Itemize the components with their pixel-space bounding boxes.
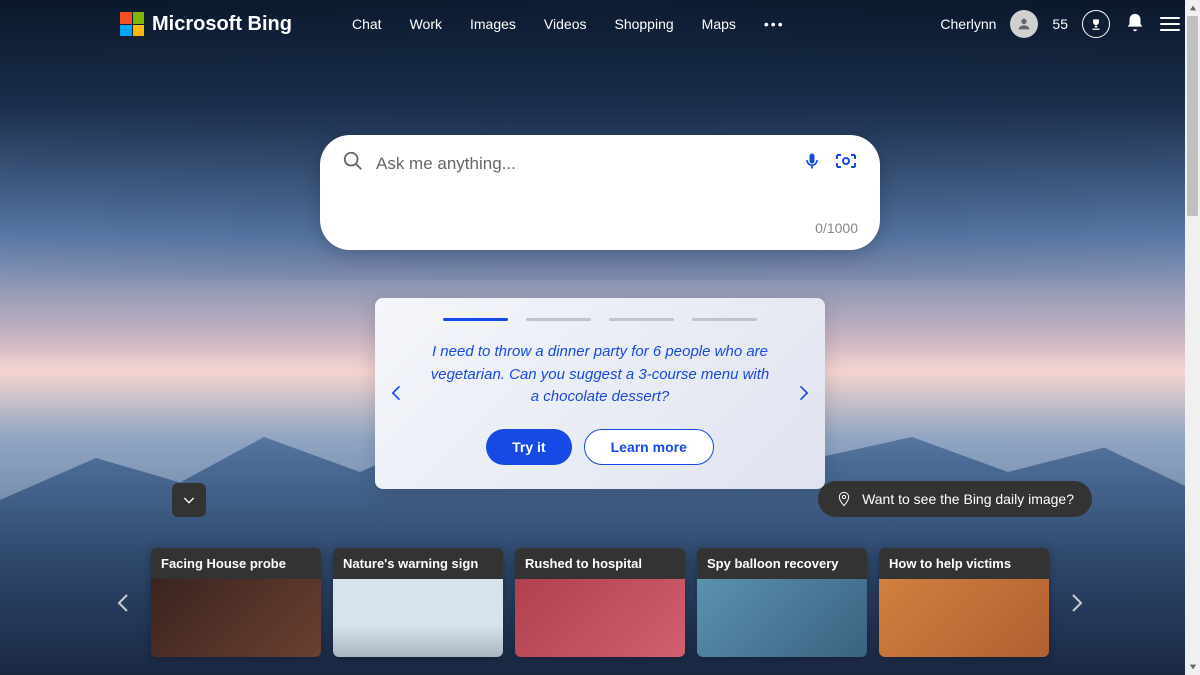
suggestion-text: I need to throw a dinner party for 6 peo… [415, 341, 785, 409]
scrollbar[interactable] [1185, 0, 1200, 675]
chevron-left-icon [387, 383, 407, 403]
chevron-down-icon [181, 492, 197, 508]
daily-image-text: Want to see the Bing daily image? [862, 491, 1074, 507]
notifications-button[interactable] [1124, 12, 1146, 37]
news-prev-button[interactable] [109, 548, 139, 657]
news-card-5[interactable]: How to help victims [879, 548, 1049, 657]
brand-name: Microsoft Bing [152, 13, 292, 36]
search-input[interactable] [376, 154, 790, 174]
news-card-image [151, 579, 321, 657]
location-pin-icon [836, 491, 852, 507]
news-card-2[interactable]: Nature's warning sign [333, 548, 503, 657]
news-card-1[interactable]: Facing House probe [151, 548, 321, 657]
news-expand-toggle[interactable] [172, 483, 206, 517]
news-card-image [697, 579, 867, 657]
suggestion-card: I need to throw a dinner party for 6 peo… [375, 298, 825, 489]
logo-area[interactable]: Microsoft Bing [120, 12, 292, 36]
microphone-icon [802, 151, 822, 171]
nav-images[interactable]: Images [470, 16, 516, 32]
chevron-right-icon [793, 383, 813, 403]
chevron-right-icon [1064, 591, 1088, 615]
pagination-dot-2[interactable] [526, 318, 591, 321]
news-card-title: Rushed to hospital [515, 548, 685, 579]
microsoft-logo-icon [120, 12, 144, 36]
news-card-3[interactable]: Rushed to hospital [515, 548, 685, 657]
search-box: 0/1000 [320, 135, 880, 250]
char-count: 0/1000 [342, 220, 858, 236]
image-search-button[interactable] [834, 149, 858, 178]
rewards-points[interactable]: 55 [1052, 16, 1068, 32]
nav-shopping[interactable]: Shopping [614, 16, 673, 32]
search-icon [342, 150, 364, 177]
nav-videos[interactable]: Videos [544, 16, 587, 32]
header: Microsoft Bing Chat Work Images Videos S… [0, 0, 1200, 48]
pagination-dot-3[interactable] [609, 318, 674, 321]
daily-image-prompt[interactable]: Want to see the Bing daily image? [818, 481, 1092, 517]
chevron-left-icon [112, 591, 136, 615]
suggestion-next-button[interactable] [793, 383, 813, 403]
user-name[interactable]: Cherlynn [940, 16, 996, 32]
pagination-dot-4[interactable] [692, 318, 757, 321]
news-card-title: Nature's warning sign [333, 548, 503, 579]
nav-chat[interactable]: Chat [352, 16, 382, 32]
news-next-button[interactable] [1061, 548, 1091, 657]
avatar[interactable] [1010, 10, 1038, 38]
camera-lens-icon [834, 149, 858, 173]
news-card-image [879, 579, 1049, 657]
suggestion-prev-button[interactable] [387, 383, 407, 403]
nav-more-icon[interactable]: ••• [764, 16, 785, 32]
news-card-title: Spy balloon recovery [697, 548, 867, 579]
hamburger-menu[interactable] [1160, 17, 1180, 31]
news-card-image [333, 579, 503, 657]
nav-maps[interactable]: Maps [702, 16, 736, 32]
news-card-4[interactable]: Spy balloon recovery [697, 548, 867, 657]
suggestion-pagination [415, 318, 785, 321]
top-nav: Chat Work Images Videos Shopping Maps ••… [352, 16, 785, 32]
bell-icon [1124, 12, 1146, 34]
pagination-dot-1[interactable] [443, 318, 508, 321]
header-right: Cherlynn 55 [940, 10, 1180, 38]
person-icon [1016, 16, 1032, 32]
nav-work[interactable]: Work [410, 16, 442, 32]
scrollbar-thumb[interactable] [1187, 16, 1198, 216]
news-card-title: Facing House probe [151, 548, 321, 579]
news-card-image [515, 579, 685, 657]
voice-search-button[interactable] [802, 151, 822, 176]
rewards-badge[interactable] [1082, 10, 1110, 38]
news-card-title: How to help victims [879, 548, 1049, 579]
news-carousel: Facing House probe Nature's warning sign… [0, 548, 1200, 657]
try-it-button[interactable]: Try it [486, 429, 571, 465]
scrollbar-up-button[interactable] [1185, 0, 1200, 16]
trophy-icon [1089, 17, 1103, 31]
learn-more-button[interactable]: Learn more [584, 429, 714, 465]
scrollbar-down-button[interactable] [1185, 659, 1200, 675]
